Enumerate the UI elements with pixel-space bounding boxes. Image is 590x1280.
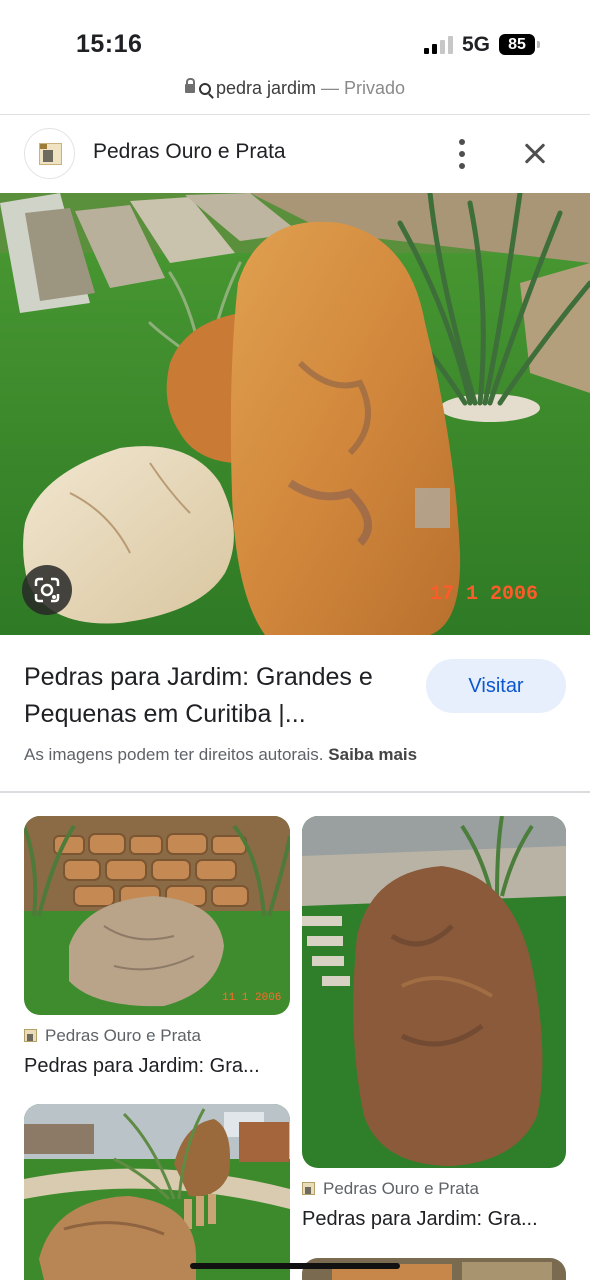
source-header: Pedras Ouro e Prata bbox=[0, 115, 590, 193]
copyright-text: As imagens podem ter direitos autorais. bbox=[24, 745, 324, 764]
related-image[interactable] bbox=[302, 816, 566, 1168]
status-bar: 15:16 5G 85 bbox=[0, 0, 590, 80]
private-mode-label: Privado bbox=[344, 78, 406, 98]
source-name[interactable]: Pedras Ouro e Prata bbox=[93, 140, 286, 164]
related-source[interactable]: Pedras Ouro e Prata bbox=[302, 1179, 479, 1199]
search-icon bbox=[198, 83, 211, 95]
related-title[interactable]: Pedras para Jardim: Gra... bbox=[302, 1208, 566, 1231]
related-image[interactable] bbox=[24, 1104, 290, 1280]
main-image-illustration: 17 1 2006 bbox=[0, 193, 590, 635]
network-type: 5G bbox=[462, 33, 491, 56]
more-vert-icon[interactable] bbox=[455, 139, 469, 169]
close-icon[interactable] bbox=[520, 139, 550, 169]
site-favicon bbox=[24, 1029, 37, 1042]
learn-more-link[interactable]: Saiba mais bbox=[328, 745, 417, 764]
url-query: pedra jardim bbox=[215, 78, 316, 98]
related-title[interactable]: Pedras para Jardim: Gra... bbox=[24, 1055, 294, 1078]
copyright-notice: As imagens podem ter direitos autorais. … bbox=[24, 745, 417, 765]
main-image[interactable]: 17 1 2006 bbox=[0, 193, 590, 635]
result-title[interactable]: Pedras para Jardim: Grandes e Pequenas e… bbox=[24, 659, 404, 733]
related-image[interactable]: 11 1 2006 bbox=[24, 816, 290, 1015]
date-stamp: 11 1 2006 bbox=[222, 992, 281, 1004]
signal-icon bbox=[424, 34, 454, 54]
google-lens-icon[interactable] bbox=[22, 565, 72, 615]
visit-button[interactable]: Visitar bbox=[426, 659, 566, 713]
url-bar[interactable]: pedra jardim — Privado bbox=[0, 78, 590, 114]
lock-icon bbox=[184, 78, 195, 93]
related-image[interactable] bbox=[302, 1258, 566, 1280]
date-stamp: 17 1 2006 bbox=[430, 583, 538, 606]
site-favicon bbox=[302, 1182, 315, 1195]
home-indicator[interactable] bbox=[190, 1263, 400, 1269]
status-time: 15:16 bbox=[76, 30, 143, 58]
related-source[interactable]: Pedras Ouro e Prata bbox=[24, 1026, 201, 1046]
battery-icon: 85 bbox=[499, 34, 540, 55]
divider bbox=[0, 791, 590, 793]
url-separator: — bbox=[316, 78, 345, 98]
site-favicon[interactable] bbox=[24, 128, 75, 179]
